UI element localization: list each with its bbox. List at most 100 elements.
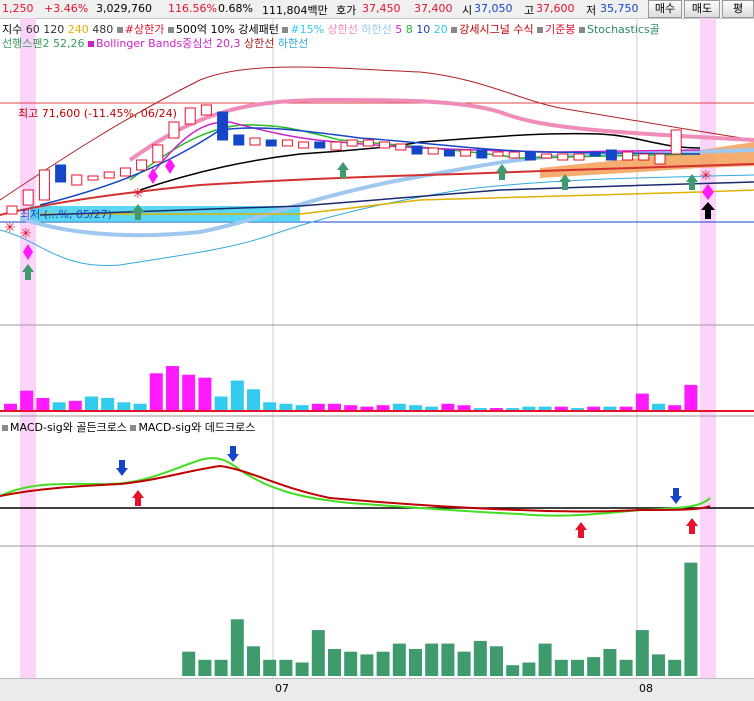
candle bbox=[103, 171, 115, 179]
macd-signal-line bbox=[0, 464, 711, 513]
volume-bar bbox=[230, 380, 244, 411]
candle bbox=[670, 129, 682, 155]
volume2-bar bbox=[571, 659, 584, 676]
volume2-bar bbox=[247, 646, 260, 676]
candle bbox=[411, 145, 423, 155]
volume-bar bbox=[441, 403, 455, 411]
volume-bar bbox=[20, 390, 34, 411]
candle bbox=[233, 134, 245, 146]
volume2-bar bbox=[554, 659, 568, 676]
volume-bar bbox=[4, 403, 17, 411]
legend-square-icon bbox=[130, 425, 137, 431]
volume-bar bbox=[198, 377, 212, 411]
candle bbox=[22, 189, 34, 206]
legend-bb-upper: 상한선 bbox=[243, 37, 275, 50]
legend-n10: 10 bbox=[416, 23, 431, 36]
candle bbox=[508, 151, 520, 159]
highlight-band-right bbox=[700, 18, 716, 678]
legend-square-icon bbox=[537, 27, 544, 33]
volume2-bar bbox=[603, 649, 617, 676]
legend-square-icon bbox=[167, 27, 174, 33]
candle bbox=[298, 141, 310, 149]
candle bbox=[476, 149, 488, 159]
star-marker-4: ✳ bbox=[700, 168, 712, 184]
volume2-bar bbox=[376, 651, 390, 676]
candle bbox=[557, 153, 569, 161]
volume-bar bbox=[392, 403, 406, 411]
up-arrow-red-3 bbox=[686, 518, 698, 534]
date-axis: 07 08 bbox=[0, 678, 754, 701]
candle bbox=[605, 149, 617, 161]
volume2-bar bbox=[441, 643, 455, 676]
high-price-label: 최고 71,600 (-11.45%, 06/24) bbox=[18, 107, 177, 120]
legend-square-icon bbox=[87, 41, 94, 47]
candle bbox=[314, 141, 326, 149]
candle bbox=[265, 139, 277, 147]
volume2-bar bbox=[522, 662, 536, 676]
volume2-bar bbox=[344, 651, 358, 676]
up-arrow-red-2 bbox=[575, 522, 587, 538]
volume2-bar bbox=[635, 630, 649, 676]
candle bbox=[152, 144, 164, 163]
candle bbox=[379, 141, 391, 149]
legend-square-icon bbox=[116, 27, 123, 33]
volume-bar bbox=[85, 396, 98, 411]
volume2-bar bbox=[198, 659, 212, 676]
volume2-bar bbox=[214, 659, 228, 676]
legend-span2: 선행스팬2 52,26 bbox=[2, 37, 85, 50]
legend-n8: 8 bbox=[405, 23, 413, 36]
volume2-bar bbox=[409, 649, 422, 676]
down-arrow-blue-2 bbox=[227, 446, 239, 462]
candle bbox=[622, 151, 634, 161]
volume-bar bbox=[214, 396, 228, 411]
down-arrow-blue-3 bbox=[670, 488, 682, 504]
volume-bar bbox=[263, 402, 277, 411]
volume-bar bbox=[279, 403, 293, 411]
date-label-07: 07 bbox=[275, 682, 289, 695]
candle bbox=[119, 167, 131, 177]
volume-bar bbox=[166, 366, 179, 411]
volume2-bar bbox=[182, 651, 196, 676]
volume2-bar bbox=[619, 659, 633, 676]
volume2-bar bbox=[684, 562, 698, 676]
candle bbox=[200, 104, 212, 116]
volume2-bar bbox=[263, 659, 277, 676]
volume2-bar bbox=[652, 654, 665, 676]
legend-lower-line: 하한선 bbox=[361, 23, 392, 36]
volume2-bar bbox=[295, 662, 309, 676]
volume-bar bbox=[149, 373, 163, 411]
volume-bar bbox=[182, 374, 196, 411]
candle bbox=[362, 139, 374, 147]
candle bbox=[638, 153, 650, 161]
legend-stoch: Stochastics골 bbox=[587, 23, 660, 36]
legend-signal: 강세시그널 수식 bbox=[459, 23, 534, 36]
volume2-bar bbox=[668, 659, 682, 676]
candle bbox=[330, 141, 342, 151]
legend-square-icon bbox=[2, 425, 8, 431]
volume-bar bbox=[684, 384, 698, 411]
date-label-08: 08 bbox=[639, 682, 653, 695]
candle bbox=[589, 151, 601, 157]
volume-bar bbox=[635, 393, 649, 411]
volume2-bar bbox=[457, 651, 471, 676]
volume2-bar bbox=[230, 619, 244, 676]
volume2-bar bbox=[360, 654, 374, 676]
volume-bar bbox=[247, 389, 260, 411]
candle bbox=[55, 164, 67, 183]
volume-bar bbox=[52, 402, 66, 411]
candle bbox=[573, 153, 585, 161]
legend-square-icon bbox=[579, 27, 586, 33]
low-price-label: 최저 (...%, 05/27) bbox=[20, 208, 112, 221]
candle bbox=[524, 151, 536, 161]
up-arrow-green-3 bbox=[337, 162, 349, 178]
legend-base-candle: 기준봉 bbox=[545, 23, 576, 36]
candle bbox=[443, 149, 455, 157]
candles-group bbox=[6, 104, 682, 215]
volume2-bar bbox=[328, 649, 341, 676]
volume2-bar bbox=[587, 657, 601, 676]
candle bbox=[492, 151, 504, 157]
candle bbox=[184, 107, 196, 125]
star-marker-1: ✳ bbox=[4, 220, 16, 236]
down-arrow-blue-1 bbox=[116, 460, 128, 476]
candle bbox=[6, 205, 18, 215]
